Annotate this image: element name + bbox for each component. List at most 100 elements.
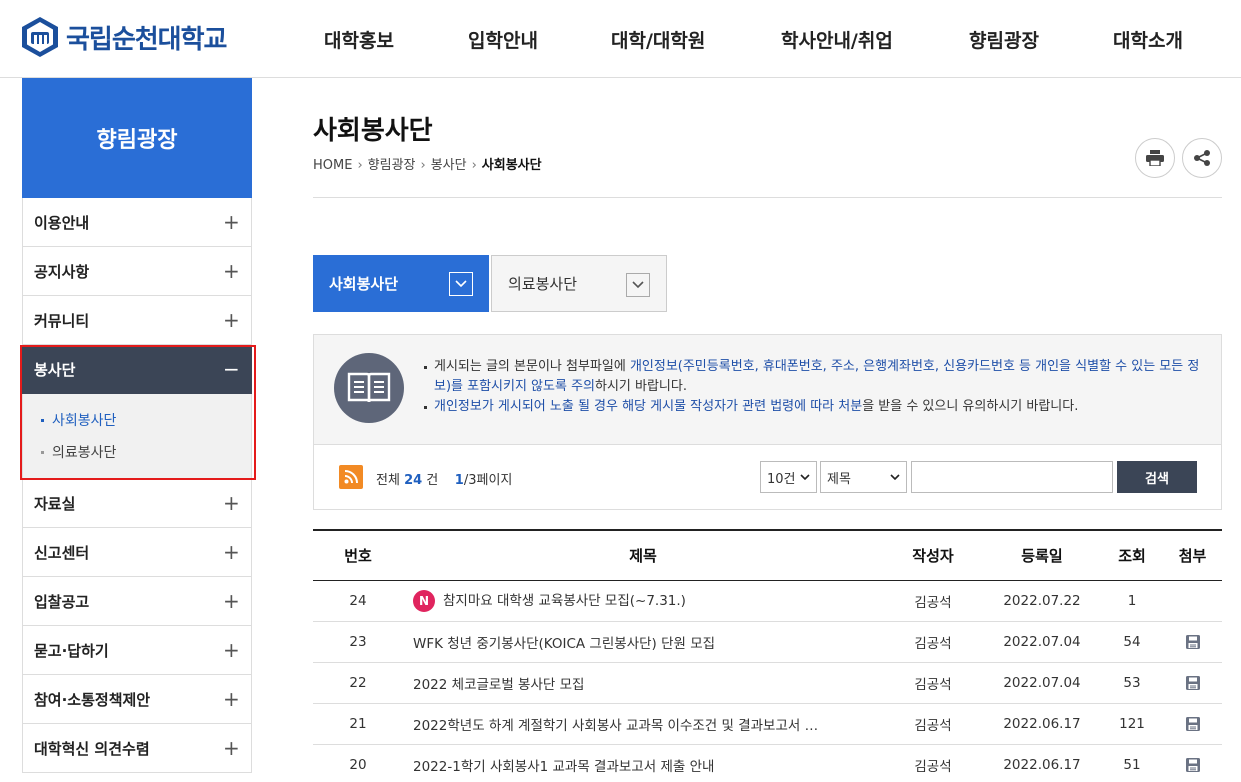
sidebar-item-label: 참여·소통정책제안 (34, 690, 151, 709)
table-row[interactable]: 21 2022학년도 하계 계절학기 사회봉사 교과목 이수조건 및 결과보고서 … (313, 703, 1222, 745)
sidebar-item-report[interactable]: 신고센터 + (22, 528, 252, 577)
table-header-row: 번호 제목 작성자 등록일 조회 첨부 (313, 529, 1222, 581)
cell-title[interactable]: 2022 체코글로벌 봉사단 모집 (403, 662, 883, 704)
breadcrumb-current: 사회봉사단 (481, 158, 542, 173)
cell-author: 김공석 (883, 662, 983, 704)
sidebar-item-label: 자료실 (34, 494, 76, 513)
file-icon[interactable] (1185, 716, 1201, 732)
sidebar-item-label: 대학혁신 의견수렴 (34, 739, 150, 758)
chevron-right-icon: › (420, 158, 426, 173)
post-title-link[interactable]: 2022 체코글로벌 봉사단 모집 (413, 677, 584, 693)
rss-icon[interactable] (339, 465, 363, 489)
cell-views: 51 (1101, 744, 1163, 782)
post-title-link[interactable]: WFK 청년 중기봉사단(KOICA 그린봉사단) 단원 모집 (413, 636, 715, 652)
minus-icon: − (223, 357, 240, 381)
board-table: 번호 제목 작성자 등록일 조회 첨부 24 N 참지마요 대학생 교육봉사단 모집… (313, 529, 1222, 782)
cell-number: 20 (313, 744, 403, 782)
sidebar-subitem-medical-volunteer[interactable]: 의료봉사단 (41, 436, 251, 468)
sidebar-item-archive[interactable]: 자료실 + (22, 479, 252, 528)
cell-title[interactable]: 2022학년도 하계 계절학기 사회봉사 교과목 이수조건 및 결과보고서 … (403, 703, 883, 745)
chevron-right-icon: › (357, 158, 363, 173)
privacy-notice: 게시되는 글의 본문이나 첨부파일에 개인정보(주민등록번호, 휴대폰번호, 주… (313, 334, 1222, 445)
tab-medical-volunteer[interactable]: 의료봉사단 (491, 255, 667, 312)
search-field-select[interactable]: 제목 (820, 461, 907, 493)
sidebar-subitem-label: 사회봉사단 (52, 413, 117, 429)
sidebar-item-bidding[interactable]: 입찰공고 + (22, 577, 252, 626)
sidebar: 향림광장 이용안내 + 공지사항 + 커뮤니티 + 봉사단 − 사회봉사단 의료… (22, 78, 252, 773)
cell-views: 1 (1101, 580, 1163, 622)
file-icon[interactable] (1185, 634, 1201, 650)
cell-attachment (1163, 580, 1222, 622)
nav-item-promotion[interactable]: 대학홍보 (324, 26, 394, 53)
search-input[interactable] (911, 461, 1113, 493)
post-title-link[interactable]: 참지마요 대학생 교육봉사단 모집(~7.31.) (443, 593, 686, 609)
university-logo-icon (22, 17, 58, 57)
sidebar-item-innovation-opinion[interactable]: 대학혁신 의견수렴 + (22, 724, 252, 773)
tab-label: 사회봉사단 (329, 275, 399, 293)
file-icon[interactable] (1185, 757, 1201, 773)
plus-icon: + (223, 259, 240, 283)
sidebar-item-label: 공지사항 (34, 262, 90, 281)
board-toolbar: 전체 24 건 1/3페이지 10건 제목 검색 (313, 445, 1222, 510)
cell-title[interactable]: 2022-1학기 사회봉사1 교과목 결과보고서 제출 안내 (403, 744, 883, 782)
notice-list: 게시되는 글의 본문이나 첨부파일에 개인정보(주민등록번호, 휴대폰번호, 주… (422, 357, 1202, 417)
cell-attachment (1163, 662, 1222, 704)
breadcrumb-plaza[interactable]: 향림광장 (368, 158, 416, 173)
site-logo[interactable]: 국립순천대학교 (20, 14, 227, 60)
logo-text: 국립순천대학교 (66, 24, 227, 55)
cell-date: 2022.06.17 (983, 703, 1101, 745)
share-icon (1194, 150, 1210, 166)
nav-item-colleges[interactable]: 대학/대학원 (611, 26, 705, 53)
sidebar-item-label: 봉사단 (34, 360, 76, 379)
cell-views: 54 (1101, 621, 1163, 663)
cell-number: 22 (313, 662, 403, 704)
sidebar-item-label: 묻고·답하기 (34, 641, 109, 660)
sidebar-subitem-social-volunteer[interactable]: 사회봉사단 (41, 404, 251, 436)
tab-social-volunteer[interactable]: 사회봉사단 (313, 255, 489, 312)
post-title-link[interactable]: 2022학년도 하계 계절학기 사회봉사 교과목 이수조건 및 결과보고서 … (413, 718, 818, 734)
new-badge: N (413, 590, 435, 612)
table-row[interactable]: 24 N 참지마요 대학생 교육봉사단 모집(~7.31.) 김공석 2022.07.2… (313, 580, 1222, 622)
post-title-link[interactable]: 2022-1학기 사회봉사1 교과목 결과보고서 제출 안내 (413, 759, 714, 775)
site-header: 국립순천대학교 대학홍보 입학안내 대학/대학원 학사안내/취업 향림광장 대학… (0, 0, 1241, 78)
notice-item: 게시되는 글의 본문이나 첨부파일에 개인정보(주민등록번호, 휴대폰번호, 주… (422, 357, 1202, 397)
plus-icon: + (223, 540, 240, 564)
plus-icon: + (223, 491, 240, 515)
breadcrumb-volunteer[interactable]: 봉사단 (431, 158, 467, 173)
table-row[interactable]: 20 2022-1학기 사회봉사1 교과목 결과보고서 제출 안내 김공석 2022.… (313, 744, 1222, 782)
plus-icon: + (223, 308, 240, 332)
table-row[interactable]: 22 2022 체코글로벌 봉사단 모집 김공석 2022.07.04 53 (313, 662, 1222, 704)
print-icon (1146, 150, 1164, 166)
cell-author: 김공석 (883, 703, 983, 745)
sidebar-item-guide[interactable]: 이용안내 + (22, 198, 252, 247)
nav-item-academics[interactable]: 학사안내/취업 (781, 26, 893, 53)
file-icon[interactable] (1185, 675, 1201, 691)
table-row[interactable]: 23 WFK 청년 중기봉사단(KOICA 그린봉사단) 단원 모집 김공석 2022… (313, 621, 1222, 663)
print-button[interactable] (1135, 138, 1175, 178)
sidebar-submenu: 사회봉사단 의료봉사단 (22, 394, 252, 479)
share-button[interactable] (1182, 138, 1222, 178)
sidebar-item-policy-proposal[interactable]: 참여·소통정책제안 + (22, 675, 252, 724)
cell-views: 53 (1101, 662, 1163, 704)
plus-icon: + (223, 210, 240, 234)
nav-item-admission[interactable]: 입학안내 (468, 26, 538, 53)
column-header: 등록일 (983, 529, 1101, 581)
sidebar-item-volunteer[interactable]: 봉사단 − (22, 345, 252, 394)
nav-item-plaza[interactable]: 향림광장 (969, 26, 1039, 53)
bullet-icon (41, 418, 44, 422)
cell-date: 2022.07.22 (983, 580, 1101, 622)
divider (313, 197, 1222, 198)
per-page-select[interactable]: 10건 (760, 461, 817, 493)
cell-attachment (1163, 621, 1222, 663)
cell-title[interactable]: WFK 청년 중기봉사단(KOICA 그린봉사단) 단원 모집 (403, 621, 883, 663)
chevron-down-icon[interactable] (449, 272, 473, 296)
sidebar-item-community[interactable]: 커뮤니티 + (22, 296, 252, 345)
cell-title[interactable]: N 참지마요 대학생 교육봉사단 모집(~7.31.) (403, 580, 883, 622)
nav-item-about[interactable]: 대학소개 (1113, 26, 1183, 53)
breadcrumb-home[interactable]: HOME (313, 158, 352, 173)
column-header: 작성자 (883, 529, 983, 581)
search-button[interactable]: 검색 (1117, 461, 1197, 493)
sidebar-item-notice[interactable]: 공지사항 + (22, 247, 252, 296)
sidebar-item-qna[interactable]: 묻고·답하기 + (22, 626, 252, 675)
chevron-down-icon[interactable] (626, 273, 650, 297)
